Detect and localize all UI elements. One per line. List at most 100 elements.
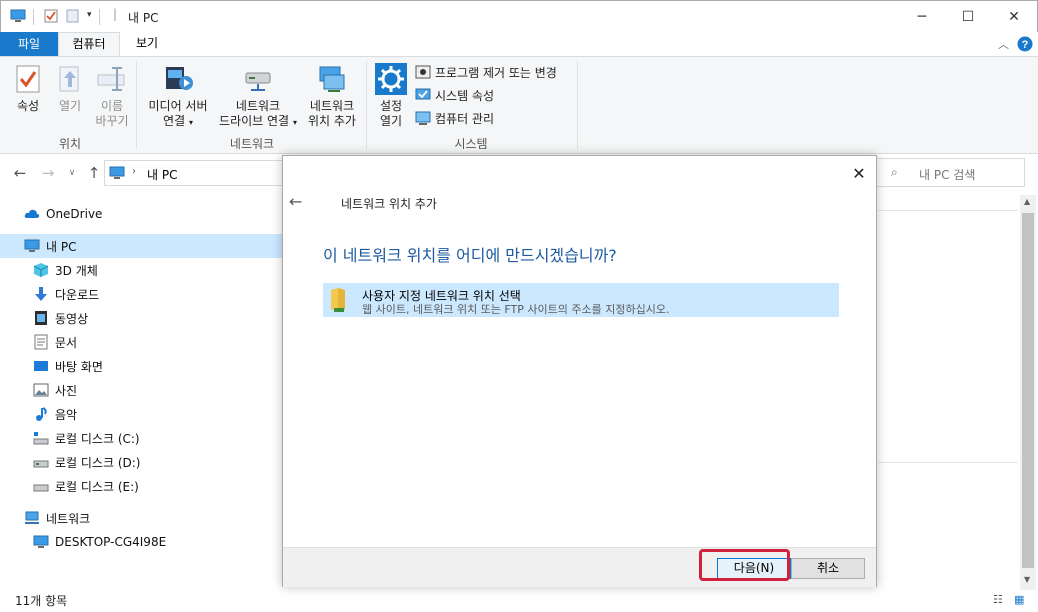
customize-toolbar-icon[interactable]: ▾ [87,10,92,20]
divider [33,9,34,25]
computer-icon [24,239,40,252]
map-network-drive-button[interactable]: 네트워크 드라이브 연결 ▾ [214,63,302,130]
arrow-left-icon: ← [289,192,303,211]
rename-label-line2: 바꾸기 [95,114,129,128]
new-folder-icon[interactable] [65,9,81,23]
sidebar-item-drive-e[interactable]: 로컬 디스크 (E:) [0,474,282,498]
dropdown-arrow-icon: ▾ [292,118,297,127]
network-drive-icon [245,72,271,91]
properties-label: 속성 [16,99,40,113]
search-input[interactable]: ⌕ 내 PC 검색 [876,158,1025,187]
divider [99,9,100,25]
large-icons-view-icon[interactable]: ▦ [1014,593,1024,606]
drive-icon [33,460,49,468]
uninstall-program-button[interactable]: 프로그램 제거 또는 변경 [415,63,557,81]
open-label: 열기 [58,99,82,113]
chevron-up-icon[interactable]: ︿ [998,36,1009,52]
navigation-pane: OneDrive 내 PC 3D 개체 다운로드 동영상 문서 바탕 화면 사진… [0,195,282,590]
dialog-back-button[interactable]: ← [289,192,302,211]
close-button[interactable]: ✕ [991,1,1037,33]
sidebar-item-label: 네트워크 [46,511,91,526]
search-placeholder: 내 PC 검색 [919,168,976,182]
sidebar-item-label: 동영상 [55,311,89,326]
maximize-button[interactable]: ☐ [945,1,991,33]
sidebar-item-pictures[interactable]: 사진 [0,378,282,402]
properties-button[interactable]: 속성 [10,63,46,114]
title-bar: ▾ | 내 PC ─ ☐ ✕ [0,0,1038,32]
computer-management-icon [415,111,431,125]
sidebar-item-this-pc[interactable]: 내 PC [0,234,282,258]
sidebar-item-onedrive[interactable]: OneDrive [0,202,282,226]
back-button[interactable]: ← [10,163,30,183]
sidebar-item-label: 로컬 디스크 (C:) [55,431,140,446]
vertical-scrollbar[interactable]: ▲ ▼ [1020,195,1036,590]
search-icon: ⌕ [891,165,898,179]
address-bar[interactable]: › 내 PC [104,160,284,186]
sidebar-item-videos[interactable]: 동영상 [0,306,282,330]
forward-button[interactable]: → [38,163,58,183]
dialog-close-button[interactable]: ✕ [849,164,869,184]
tab-computer[interactable]: 컴퓨터 [58,32,120,56]
picture-icon [33,383,49,397]
scroll-down-icon[interactable]: ▼ [1024,575,1030,584]
sidebar-item-music[interactable]: 음악 [0,402,282,426]
status-bar: 11개 항목 ☷ ▦ [0,590,1038,612]
sidebar-item-documents[interactable]: 문서 [0,330,282,354]
add-network-location-dialog: ✕ ← 네트워크 위치 추가 이 네트워크 위치를 어디에 만드시겠습니까? 사… [282,155,877,587]
details-view-icon[interactable]: ☷ [993,593,1003,606]
open-button[interactable]: 열기 [52,63,88,114]
rename-icon [97,67,125,91]
custom-network-location-option[interactable]: 사용자 지정 네트워크 위치 선택 웹 사이트, 네트워크 위치 또는 FTP … [323,283,839,317]
add-network-location-button[interactable]: 네트워크 위치 추가 [304,63,360,129]
drive-icon [33,432,49,445]
minimize-button[interactable]: ─ [899,1,945,33]
map-drive-label-line1: 네트워크 [235,99,281,113]
arrow-up-icon: ↑ [87,164,101,182]
sidebar-item-desktop[interactable]: 바탕 화면 [0,354,282,378]
arrow-right-icon: → [41,164,55,182]
tab-view[interactable]: 보기 [122,32,172,56]
rename-button[interactable]: 이름 바꾸기 [92,63,132,129]
cube-icon [33,263,49,277]
option-description: 웹 사이트, 네트워크 위치 또는 FTP 사이트의 주소를 지정하십시오. [362,303,670,316]
sidebar-item-label: 3D 개체 [55,263,98,278]
sidebar-item-downloads[interactable]: 다운로드 [0,282,282,306]
up-button[interactable]: ↑ [84,163,104,183]
help-icon[interactable]: ? [1017,36,1033,52]
settings-label-line2: 열기 [379,114,403,128]
cancel-button[interactable]: 취소 [791,558,865,579]
sidebar-item-desktop-computer[interactable]: DESKTOP-CG4I98E [0,530,282,554]
recent-locations-button[interactable]: ∨ [62,163,82,183]
chevron-down-icon: ∨ [68,168,76,178]
add-location-label-line1: 네트워크 [309,99,355,113]
open-settings-button[interactable]: 설정 열기 [372,63,410,129]
group-divider [366,61,367,149]
scroll-up-icon[interactable]: ▲ [1024,197,1030,206]
properties-icon[interactable] [43,9,59,23]
dialog-title: 네트워크 위치 추가 [341,197,437,211]
system-properties-button[interactable]: 시스템 속성 [415,86,494,104]
music-icon [36,407,47,421]
sidebar-item-network[interactable]: 네트워크 [0,506,282,530]
close-icon: ✕ [852,164,866,183]
sidebar-item-drive-c[interactable]: 로컬 디스크 (C:) [0,426,282,450]
sidebar-item-label: 로컬 디스크 (D:) [55,455,141,470]
tab-file[interactable]: 파일 [0,32,58,56]
sidebar-item-drive-d[interactable]: 로컬 디스크 (D:) [0,450,282,474]
sidebar-item-label: 다운로드 [55,287,100,302]
group-divider [136,61,137,149]
group-divider [577,61,578,149]
media-server-button[interactable]: 미디어 서버 연결 ▾ [142,63,214,130]
group-label-location: 위치 [58,137,82,151]
desktop-icon [34,361,48,371]
sidebar-item-label: 바탕 화면 [55,359,103,374]
system-properties-label: 시스템 속성 [435,88,495,103]
sidebar-item-label: 문서 [55,335,78,350]
breadcrumb-current[interactable]: 내 PC [147,166,177,183]
dropdown-arrow-icon: ▾ [188,118,193,127]
media-server-label-line2: 연결 [163,114,186,128]
media-server-label-line2-wrap: 연결 ▾ [142,114,214,130]
scrollbar-thumb[interactable] [1022,213,1034,568]
computer-management-button[interactable]: 컴퓨터 관리 [415,109,494,127]
sidebar-item-3d-objects[interactable]: 3D 개체 [0,258,282,282]
